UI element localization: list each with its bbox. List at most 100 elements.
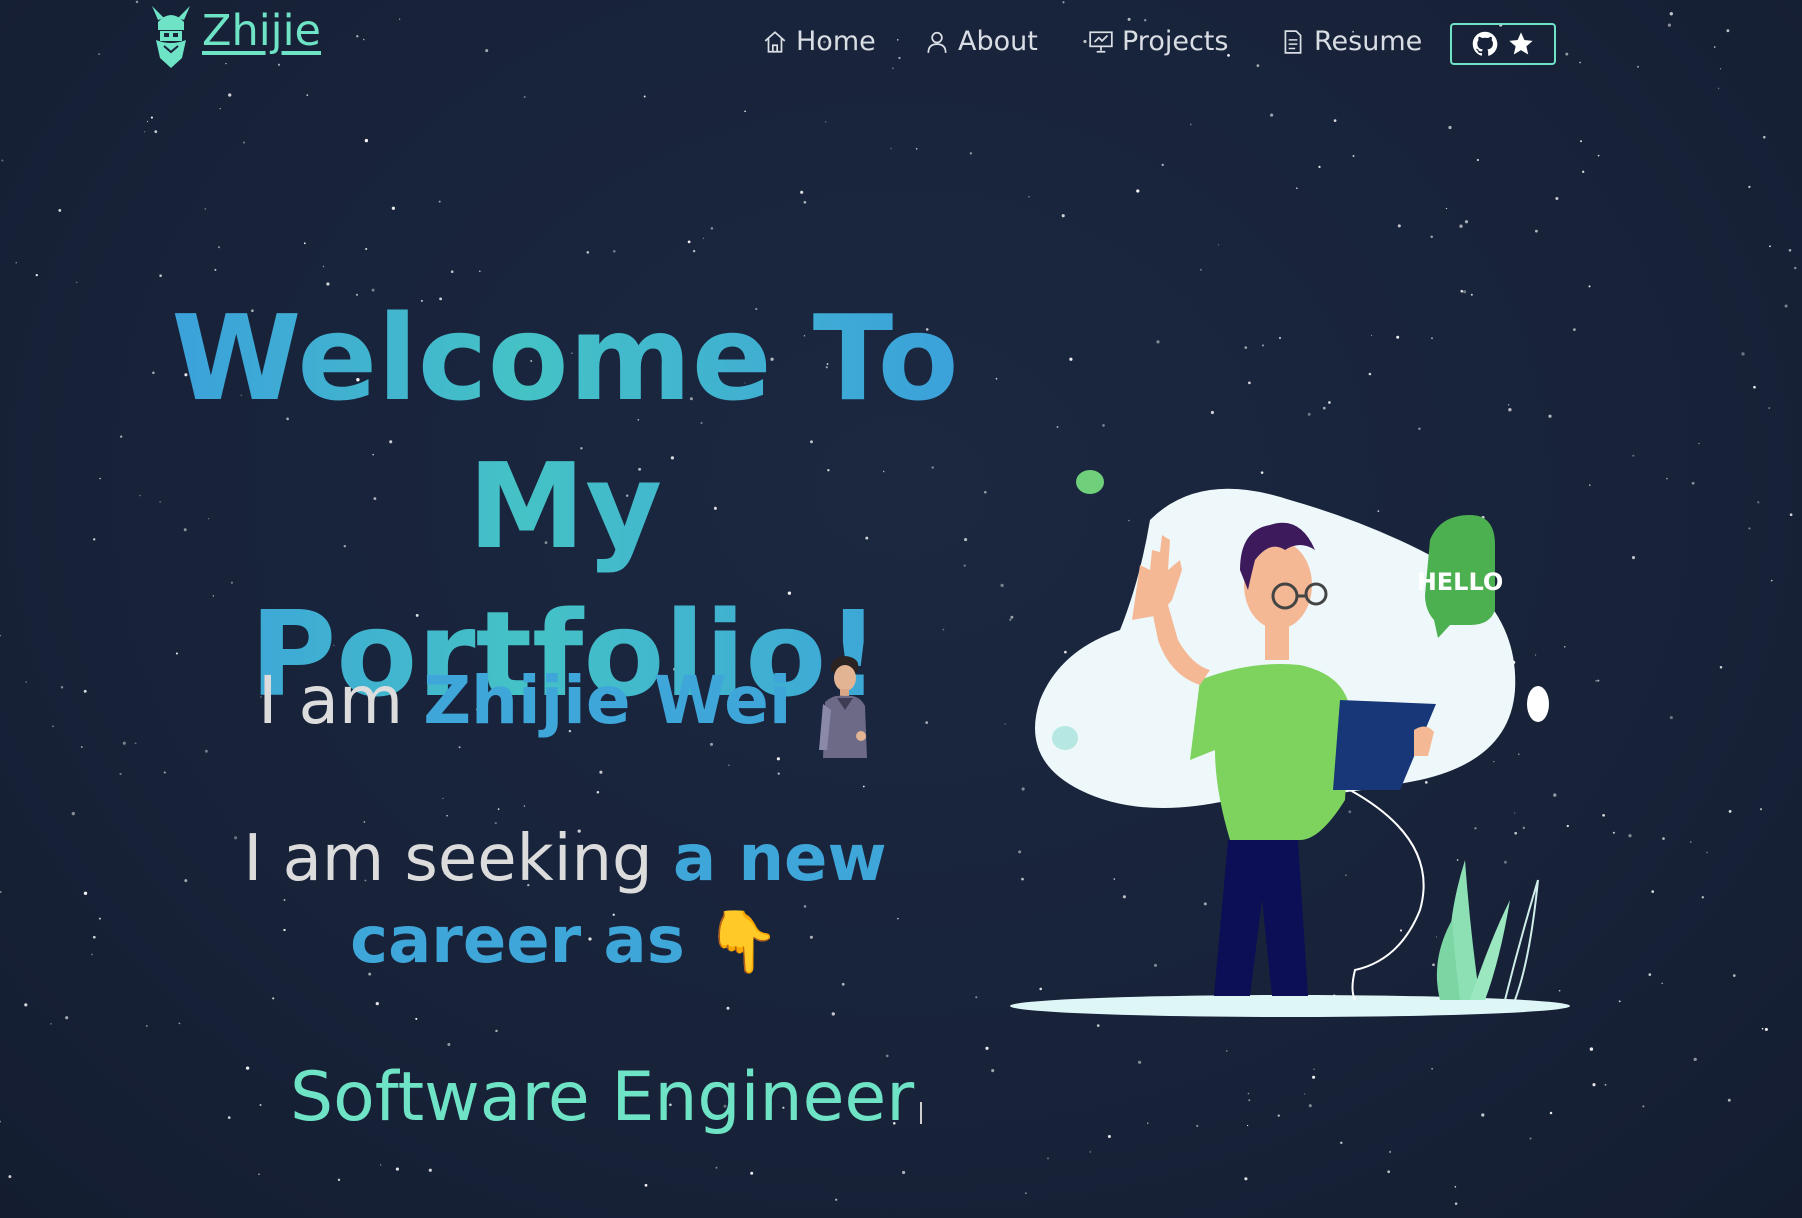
star: [995, 377, 998, 380]
star: [1368, 372, 1372, 376]
star: [98, 917, 101, 920]
star: [915, 147, 918, 150]
nav-resume[interactable]: Resume: [1280, 26, 1422, 57]
star: [1107, 1134, 1111, 1139]
nav-about[interactable]: About: [924, 26, 1038, 57]
star: [1463, 290, 1467, 294]
star: [415, 1017, 418, 1020]
star-icon: [1509, 32, 1533, 55]
star: [228, 93, 232, 97]
star: [1592, 1083, 1596, 1087]
star: [1589, 1047, 1594, 1051]
star: [379, 1164, 382, 1166]
star: [1312, 1075, 1316, 1079]
star: [450, 270, 454, 273]
star: [134, 742, 137, 745]
star: [1741, 352, 1745, 356]
star: [120, 435, 123, 438]
hello-bubble-text: HELLO: [1417, 568, 1504, 596]
star: [478, 270, 481, 273]
star: [395, 1167, 399, 1171]
star: [1454, 1186, 1457, 1188]
star: [777, 772, 780, 775]
star: [1770, 579, 1773, 582]
star: [1648, 973, 1652, 976]
star: [1748, 185, 1751, 189]
star: [24, 1003, 28, 1007]
star: [154, 130, 158, 134]
avatar-icon: [819, 656, 868, 758]
star: [1217, 244, 1220, 246]
star: [375, 1001, 379, 1006]
star: [438, 200, 441, 203]
star: [1764, 1027, 1768, 1031]
star: [178, 1022, 181, 1025]
star: [1597, 154, 1600, 157]
star: [744, 110, 746, 113]
star: [1328, 401, 1331, 404]
star: [1352, 155, 1355, 157]
star: [1690, 841, 1692, 843]
star: [242, 141, 246, 144]
star: [1247, 1092, 1250, 1095]
star: [1759, 808, 1763, 811]
star: [1788, 248, 1792, 252]
user-icon: [927, 31, 947, 53]
star: [1651, 890, 1655, 893]
star: [365, 247, 368, 251]
star: [35, 273, 38, 277]
star: [1248, 1099, 1251, 1102]
star: [1529, 1137, 1532, 1140]
star: [1261, 344, 1265, 347]
star: [1200, 268, 1202, 271]
star: [1642, 1105, 1645, 1108]
star: [702, 237, 705, 239]
star: [1753, 385, 1756, 389]
star: [1549, 1111, 1553, 1115]
star: [1096, 1024, 1100, 1027]
star: [1244, 346, 1248, 349]
star: [1580, 140, 1582, 143]
nav-home[interactable]: Home: [762, 26, 876, 57]
star: [0, 891, 2, 894]
star: [1748, 527, 1751, 530]
intro-name: Zhijie Wei: [423, 661, 792, 739]
star: [841, 982, 845, 986]
star: [835, 1198, 838, 1201]
nav-projects[interactable]: Projects: [1088, 26, 1228, 57]
star: [83, 689, 87, 693]
star: [1296, 187, 1298, 190]
seeking-highlight-1: a new: [673, 822, 887, 896]
star: [272, 997, 275, 1000]
star: [1147, 1122, 1149, 1124]
star: [1706, 851, 1708, 854]
ground-shadow: [1010, 995, 1570, 1017]
star: [1277, 1114, 1280, 1117]
brand[interactable]: Zhijie: [146, 0, 321, 70]
star: [391, 206, 396, 210]
plant-leaf: [1470, 900, 1510, 1000]
star: [1582, 170, 1585, 173]
star: [60, 686, 64, 689]
home-icon: [764, 30, 786, 53]
star: [0, 634, 1, 637]
star: [1555, 196, 1559, 201]
tablet-cable: [1349, 789, 1425, 1001]
star: [1340, 1141, 1343, 1145]
star: [1069, 357, 1073, 361]
star: [1370, 334, 1373, 337]
star: [523, 96, 526, 98]
brand-name[interactable]: Zhijie: [202, 6, 321, 56]
star: [1270, 113, 1274, 117]
star: [1102, 424, 1105, 427]
star: [303, 242, 306, 245]
github-star-button[interactable]: [1450, 23, 1556, 65]
star: [1769, 245, 1771, 248]
star: [1196, 1124, 1199, 1128]
star: [1387, 1170, 1391, 1174]
star: [1431, 1068, 1433, 1070]
star: [975, 996, 978, 999]
star: [75, 281, 78, 284]
star: [1248, 381, 1251, 385]
star: [902, 1170, 906, 1175]
